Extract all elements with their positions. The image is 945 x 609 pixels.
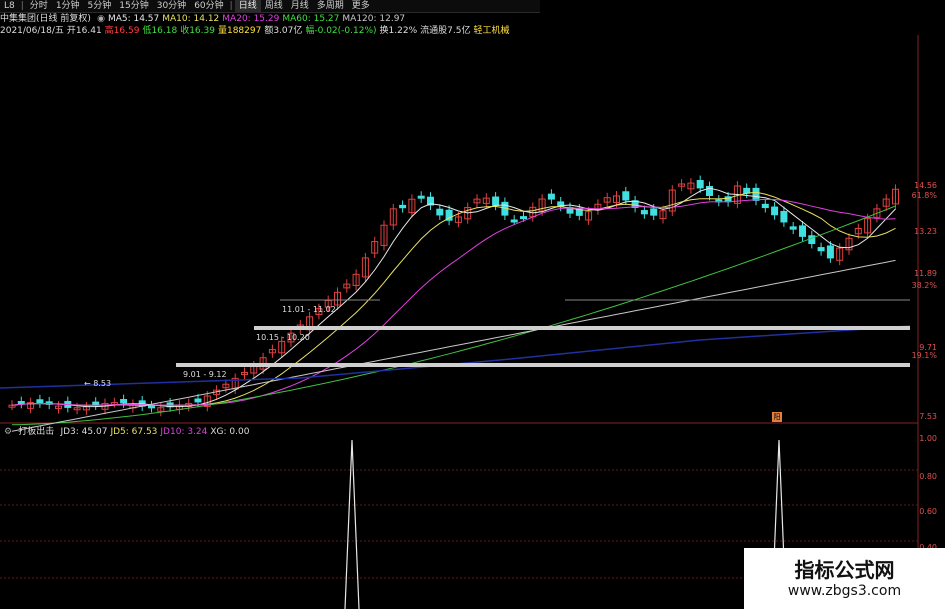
indicator-gear-icon[interactable]: ⚙ [4, 427, 12, 437]
candle-body [399, 204, 407, 209]
ma60-line [11, 205, 896, 426]
candle-body [547, 193, 555, 200]
price-axis-label: 13.23 [914, 227, 937, 236]
candle-body [752, 187, 760, 201]
candle-body [640, 210, 648, 215]
indicator-name[interactable]: 打板出击 [18, 427, 54, 437]
watermark-url: www.zbgs3.com [787, 583, 902, 599]
candle-body [520, 216, 527, 220]
candle-body [492, 196, 500, 206]
price-axis-label: 19.1% [911, 351, 937, 360]
candle-body [696, 179, 704, 189]
price-annotation: 9.01 - 9.12 [183, 370, 227, 379]
kline-chart[interactable]: ← 8.53 11.01 - 11.02 10.15 - 10.20 9.01 - 9… [0, 0, 945, 609]
candle-body [417, 195, 425, 199]
indicator-value: JD5: 67.53 [110, 427, 158, 437]
indicator-axis-label: 1.00 [919, 434, 937, 443]
indicator-value: JD3: 45.07 [60, 427, 108, 437]
price-annotation: 10.15 - 10.20 [256, 333, 310, 342]
support-bar [254, 326, 910, 330]
candle-body [771, 206, 779, 216]
indicator-value: XG: 0.00 [210, 427, 250, 437]
watermark: 指标公式网 www.zbgs3.com [744, 548, 945, 609]
indicator-value: JD10: 3.24 [160, 427, 208, 437]
price-axis-label: 61.8% [911, 191, 937, 200]
price-annotation: ← 8.53 [84, 379, 111, 388]
event-marker-icon[interactable]: 阳 [772, 412, 782, 422]
indicator-legend: ⚙ 打板出击 JD3: 45.07 JD5: 67.53 JD10: 3.24 XG:… [4, 426, 255, 438]
ma20-line [11, 198, 896, 406]
candle-body [789, 226, 797, 230]
candle-body [36, 399, 44, 404]
candle-body [743, 187, 751, 194]
price-axis-label: 14.56 [914, 181, 937, 190]
candle-body [761, 203, 769, 209]
candle-body [780, 210, 788, 223]
candle-body [120, 399, 128, 404]
candle-body [826, 245, 834, 259]
indicator-axis-label: 0.60 [919, 507, 937, 516]
signal-spike [344, 439, 360, 609]
candle-body [436, 208, 444, 216]
price-annotation: 11.01 - 11.02 [282, 305, 336, 314]
price-axis-label: 11.89 [914, 269, 937, 278]
candle-body [817, 247, 825, 252]
candle-body [194, 398, 202, 403]
watermark-title: 指标公式网 [794, 558, 895, 582]
indicator-axis-label: 0.80 [919, 472, 937, 481]
price-axis-label: 7.53 [919, 412, 937, 421]
candle-body [17, 401, 25, 405]
price-axis-label: 38.2% [911, 281, 937, 290]
candle-body [622, 191, 630, 201]
candle-body [799, 225, 806, 237]
ma250-line [0, 325, 911, 389]
candle-body [650, 208, 658, 216]
candle-body [510, 219, 518, 223]
ma120-line [11, 259, 896, 432]
ma5-line [11, 187, 896, 408]
ma10-line [11, 191, 896, 406]
support-bar [176, 363, 910, 367]
candle-body [148, 405, 155, 409]
